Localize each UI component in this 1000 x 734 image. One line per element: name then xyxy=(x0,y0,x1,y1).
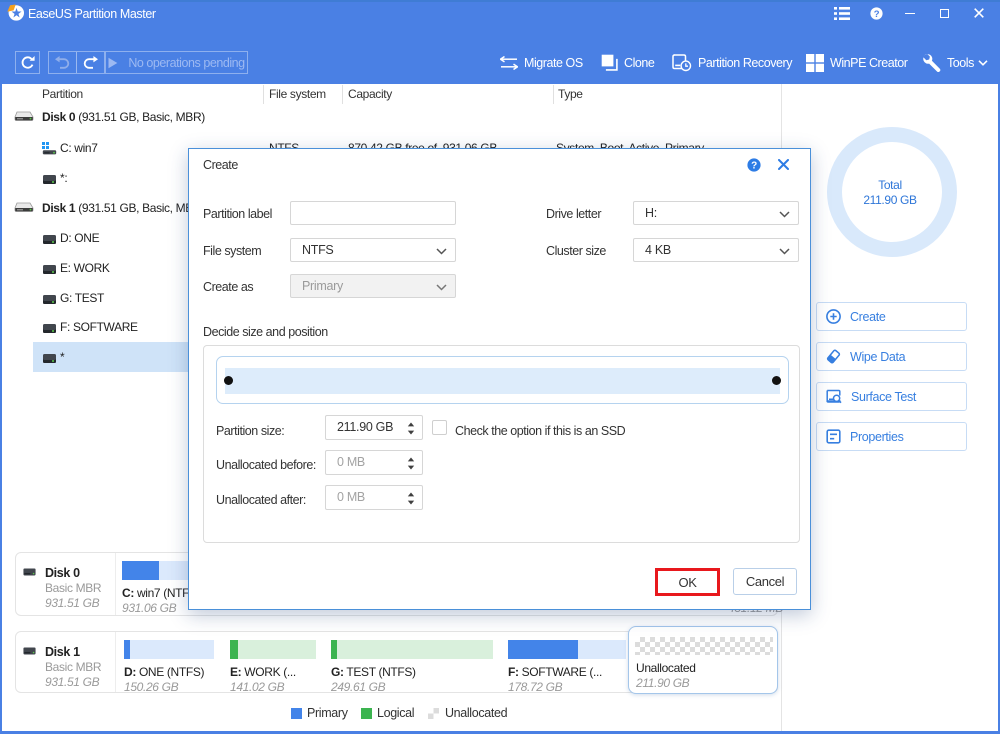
svg-text:?: ? xyxy=(751,161,757,172)
svg-text:?: ? xyxy=(874,9,880,20)
